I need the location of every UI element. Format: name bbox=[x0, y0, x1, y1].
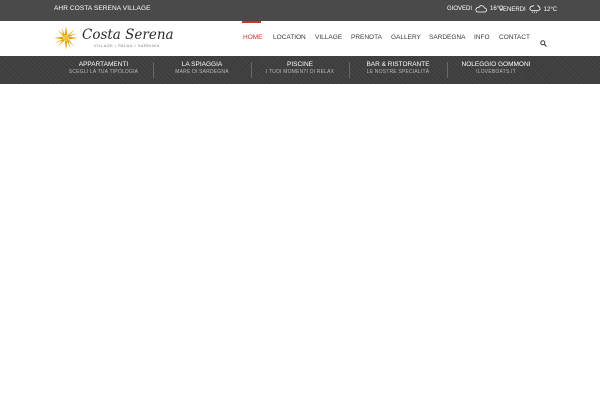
subnav-item-piscine[interactable]: PISCINE I TUOI MOMENTI DI RELAX bbox=[251, 61, 349, 75]
nav-contact[interactable]: CONTACT bbox=[499, 34, 530, 41]
subnav-subtitle: MARE DI SARDEGNA bbox=[175, 69, 229, 75]
cloud-icon bbox=[475, 5, 487, 13]
sun-logo-icon bbox=[54, 26, 78, 50]
subnav-item-bar-ristorante[interactable]: BAR & RISTORANTE LE NOSTRE SPECIALITÀ bbox=[349, 61, 447, 75]
sub-navigation: APPARTAMENTI SCEGLI LA TUA TIPOLOGIA LA … bbox=[0, 56, 600, 84]
subnav-title: NOLEGGIO GOMMONI bbox=[461, 61, 531, 68]
site-logo[interactable]: Costa Serena VILLAGE • PALAU • SARDINIA bbox=[54, 25, 174, 53]
nav-village[interactable]: VILLAGE bbox=[315, 34, 342, 41]
weather-day-label: VENERDI bbox=[499, 6, 526, 13]
nav-sardegna[interactable]: SARDEGNA bbox=[429, 34, 465, 41]
subnav-title: BAR & RISTORANTE bbox=[366, 61, 430, 68]
active-nav-indicator bbox=[242, 21, 261, 23]
subnav-title: PISCINE bbox=[286, 61, 313, 68]
subnav-item-spiaggia[interactable]: LA SPIAGGIA MARE DI SARDEGNA bbox=[153, 61, 251, 75]
top-bar: AHR COSTA SERENA VILLAGE GIOVEDI 16°C VE… bbox=[0, 0, 600, 21]
nav-location[interactable]: LOCATION bbox=[273, 34, 306, 41]
nav-info[interactable]: INFO bbox=[474, 34, 490, 41]
logo-name: Costa Serena bbox=[82, 27, 174, 43]
weather-day-1: GIOVEDI 16°C bbox=[447, 5, 503, 13]
subnav-title: LA SPIAGGIA bbox=[181, 61, 223, 68]
nav-gallery[interactable]: GALLERY bbox=[391, 34, 421, 41]
weather-temp: 12°C bbox=[543, 6, 558, 13]
subnav-subtitle: LE NOSTRE SPECIALITÀ bbox=[366, 69, 430, 75]
nav-prenota[interactable]: PRENOTA bbox=[351, 34, 382, 41]
main-header: Costa Serena VILLAGE • PALAU • SARDINIA … bbox=[0, 21, 600, 57]
weather-day-2: VENERDI 12°C bbox=[499, 5, 557, 14]
brand-line: AHR COSTA SERENA VILLAGE bbox=[54, 5, 151, 12]
rain-cloud-icon bbox=[529, 5, 541, 14]
subnav-item-noleggio-gommoni[interactable]: NOLEGGIO GOMMONI ILOVEBOATS.IT bbox=[447, 61, 545, 75]
weather-day-label: GIOVEDI bbox=[447, 6, 473, 12]
subnav-title: APPARTAMENTI bbox=[78, 61, 129, 68]
logo-subtitle: VILLAGE • PALAU • SARDINIA bbox=[94, 44, 160, 48]
subnav-subtitle: ILOVEBOATS.IT bbox=[476, 69, 516, 75]
search-icon[interactable] bbox=[540, 34, 547, 52]
subnav-subtitle: SCEGLI LA TUA TIPOLOGIA bbox=[68, 69, 139, 75]
subnav-item-appartamenti[interactable]: APPARTAMENTI SCEGLI LA TUA TIPOLOGIA bbox=[54, 61, 153, 75]
nav-home[interactable]: HOME bbox=[243, 34, 263, 41]
subnav-subtitle: I TUOI MOMENTI DI RELAX bbox=[265, 69, 335, 75]
main-content bbox=[0, 84, 600, 400]
